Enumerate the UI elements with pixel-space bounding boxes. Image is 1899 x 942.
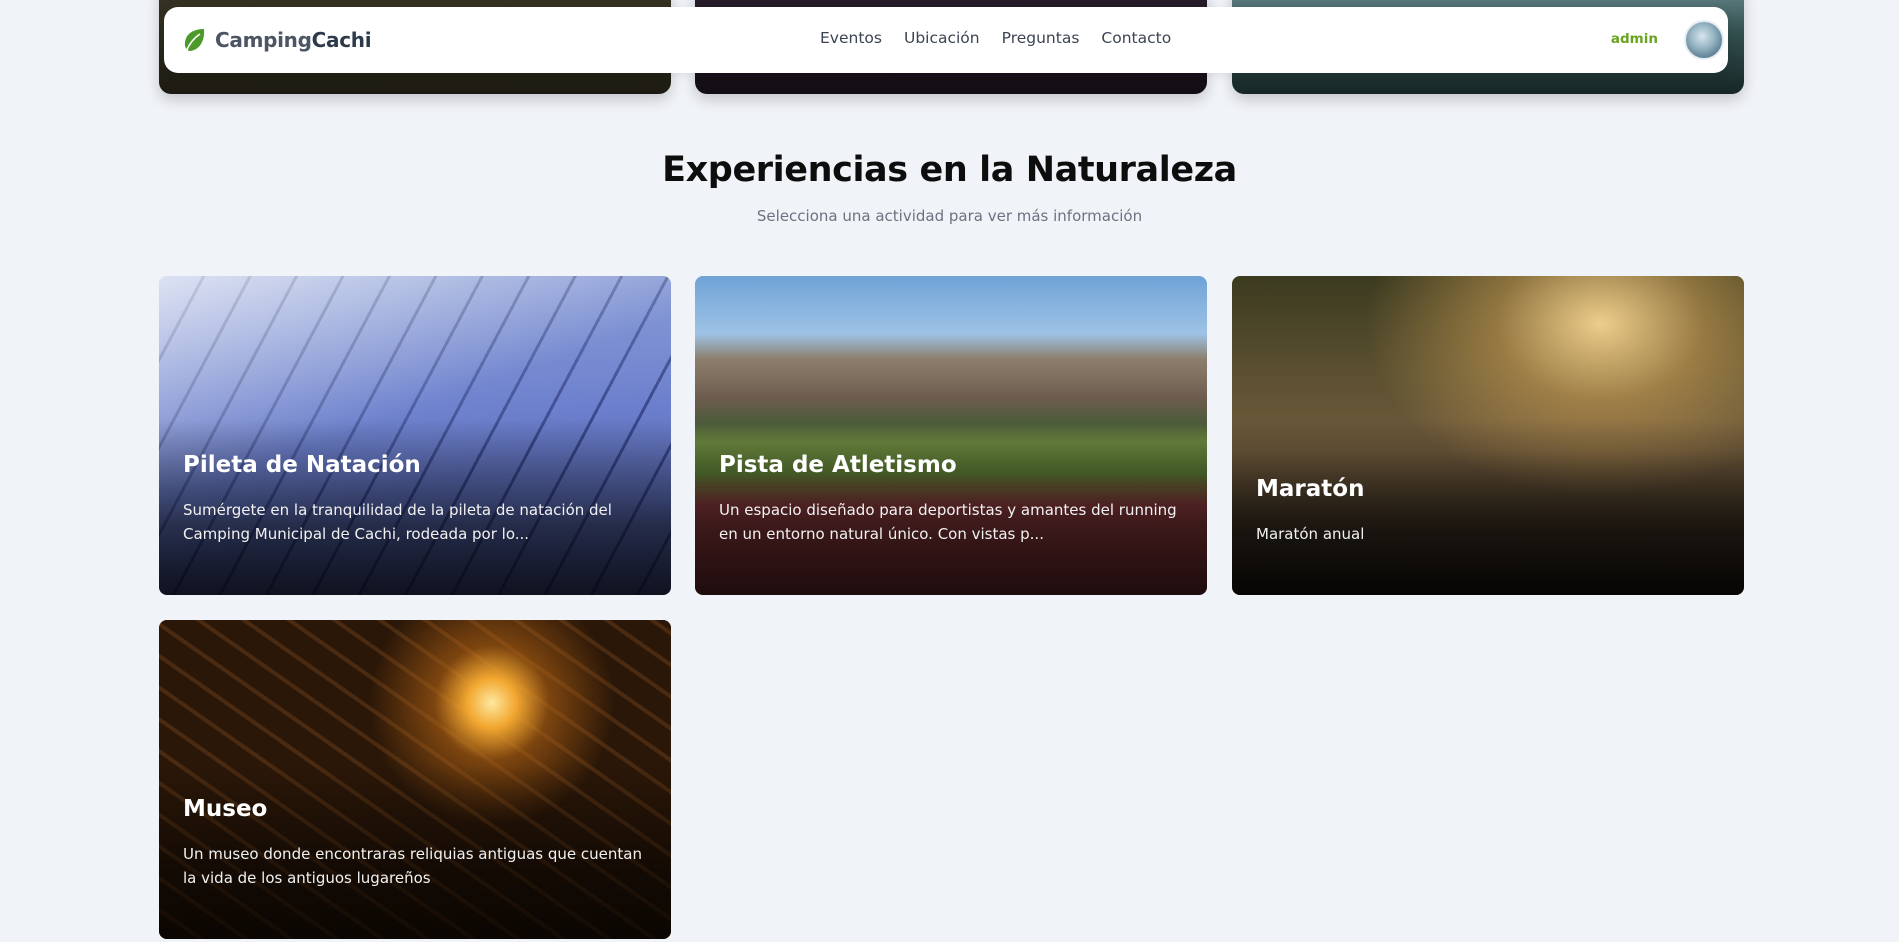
navbar: CampingCachi Eventos Ubicación Preguntas… bbox=[164, 7, 1728, 73]
section-title: Experiencias en la Naturaleza bbox=[662, 150, 1237, 190]
activity-card-pista[interactable]: Pista de Atletismo Un espacio diseñado p… bbox=[695, 276, 1207, 595]
activity-title: Pileta de Natación bbox=[183, 452, 421, 478]
activity-card-pileta[interactable]: Pileta de Natación Sumérgete en la tranq… bbox=[159, 276, 671, 595]
section-subtitle: Selecciona una actividad para ver más in… bbox=[756, 207, 1143, 225]
nav-link-contacto[interactable]: Contacto bbox=[1101, 29, 1171, 47]
activity-title: Pista de Atletismo bbox=[719, 452, 957, 478]
activity-description: Un espacio diseñado para deportistas y a… bbox=[719, 501, 1177, 543]
activity-description: Un museo donde encontraras reliquias ant… bbox=[183, 845, 642, 887]
avatar[interactable] bbox=[1684, 20, 1724, 60]
activity-title: Museo bbox=[183, 796, 268, 822]
nav-link-preguntas[interactable]: Preguntas bbox=[1002, 29, 1080, 47]
activity-description: Sumérgete en la tranquilidad de la pilet… bbox=[183, 501, 612, 543]
brand-logo-link[interactable]: CampingCachi bbox=[180, 26, 372, 54]
activity-card-museo[interactable]: Museo Un museo donde encontraras reliqui… bbox=[159, 620, 671, 939]
leaf-icon bbox=[184, 29, 205, 53]
activity-title: Maratón bbox=[1256, 476, 1365, 502]
nav-links: Eventos Ubicación Preguntas Contacto bbox=[820, 29, 1193, 47]
brand-name-part2: Cachi bbox=[311, 28, 372, 52]
brand-name-part1: Camping bbox=[215, 28, 312, 52]
nav-link-eventos[interactable]: Eventos bbox=[820, 29, 882, 47]
activity-card-maraton[interactable]: Maratón Maratón anual bbox=[1232, 276, 1744, 595]
brand-name: CampingCachi bbox=[215, 28, 372, 52]
activity-description: Maratón anual bbox=[1256, 525, 1365, 543]
username-label[interactable]: admin bbox=[1611, 31, 1658, 47]
nav-link-ubicacion[interactable]: Ubicación bbox=[904, 29, 980, 47]
